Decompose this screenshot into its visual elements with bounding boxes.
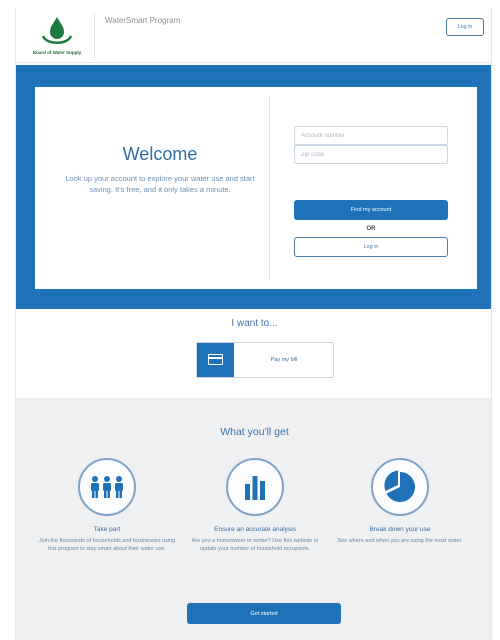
feature-title: Break down your use [369,526,431,533]
pay-icon-container [197,343,234,377]
feature-accurate-analysis: Ensure an accurate analysis Are you a ho… [180,458,330,553]
feature-break-down-use: Break down your use See where and when y… [325,458,475,545]
welcome-card: Welcome Look up your account to explore … [35,87,477,289]
what-you-get-title: What you'll get [220,426,289,438]
bar-chart-icon [226,458,284,516]
logo-caption: Board of Water Supply [32,50,82,55]
pay-bill-label: Pay my bill [270,357,298,363]
find-account-button[interactable]: Find my account [294,200,448,220]
people-icon [78,458,136,516]
what-you-get-section: What you'll get Take part Join the thous… [16,398,491,640]
i-want-to-heading: I want to... [231,318,278,329]
page-frame: Board of Water Supply WaterSmart Program… [15,8,492,640]
feature-text: Join the thousands of households and bus… [38,538,176,552]
feature-text: Are you a homeowner or renter? Use this … [191,538,319,552]
or-separator: OR [366,226,376,232]
hero-banner: Welcome Look up your account to explore … [16,65,491,309]
header-login-button[interactable]: Log in [446,18,484,36]
feature-text: See where and when you are using the mos… [337,538,463,544]
get-started-button[interactable]: Get started [187,603,341,624]
welcome-title: Welcome [122,144,198,164]
pie-chart-icon [371,458,429,516]
welcome-description: Look up your account to explore your wat… [65,174,255,194]
feature-take-part: Take part Join the thousands of househol… [32,458,182,553]
feature-title: Ensure an accurate analysis [214,526,296,533]
credit-card-icon [208,354,223,365]
card-divider [269,95,270,281]
board-of-water-supply-logo[interactable]: Board of Water Supply [22,14,92,60]
program-name: WaterSmart Program [105,16,181,25]
site-header: Board of Water Supply WaterSmart Program… [16,8,491,63]
account-number-input[interactable] [294,126,448,145]
pay-bill-button[interactable]: Pay my bill [196,342,334,378]
water-drop-logo-icon [41,17,73,44]
login-button[interactable]: Log in [294,237,448,257]
zip-code-input[interactable] [294,145,448,164]
header-divider [94,14,95,58]
feature-title: Take part [93,526,121,533]
